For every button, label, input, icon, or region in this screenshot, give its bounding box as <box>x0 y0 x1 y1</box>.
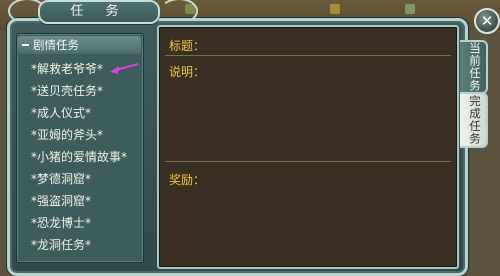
quest-item[interactable]: *小猪的爱情故事* <box>31 147 141 167</box>
category-label: 剧情任务 <box>33 38 79 52</box>
collapse-icon <box>22 43 29 46</box>
quest-detail-panel: 标题： 说明： 奖励： <box>157 25 459 269</box>
quest-category-header[interactable]: 剧情任务 <box>18 36 141 54</box>
bg-decoration <box>330 4 340 14</box>
divider <box>165 55 451 56</box>
quest-item[interactable]: *龙洞任务* <box>31 235 141 255</box>
divider <box>165 161 451 162</box>
quest-item[interactable]: *强盗洞窟* <box>31 191 141 211</box>
pointer-arrow-icon <box>110 63 139 74</box>
bg-decoration <box>405 4 415 14</box>
close-button[interactable]: ✕ <box>474 8 500 34</box>
quest-item[interactable]: *送贝壳任务* <box>31 81 141 101</box>
quest-item[interactable]: *梦德洞窟* <box>31 169 141 189</box>
tab-completed-quests[interactable]: 完成任务 <box>460 92 488 148</box>
reward-label: 奖励： <box>169 173 206 187</box>
title-label: 标题： <box>169 39 206 53</box>
quest-item[interactable]: *恐龙博士* <box>31 213 141 233</box>
quest-item[interactable]: *成人仪式* <box>31 103 141 123</box>
description-label: 说明： <box>169 65 206 79</box>
window-title: 任 务 <box>38 0 160 24</box>
quest-item[interactable]: *亚姆的斧头* <box>31 125 141 145</box>
tab-current-quests[interactable]: 当前任务 <box>460 40 488 94</box>
